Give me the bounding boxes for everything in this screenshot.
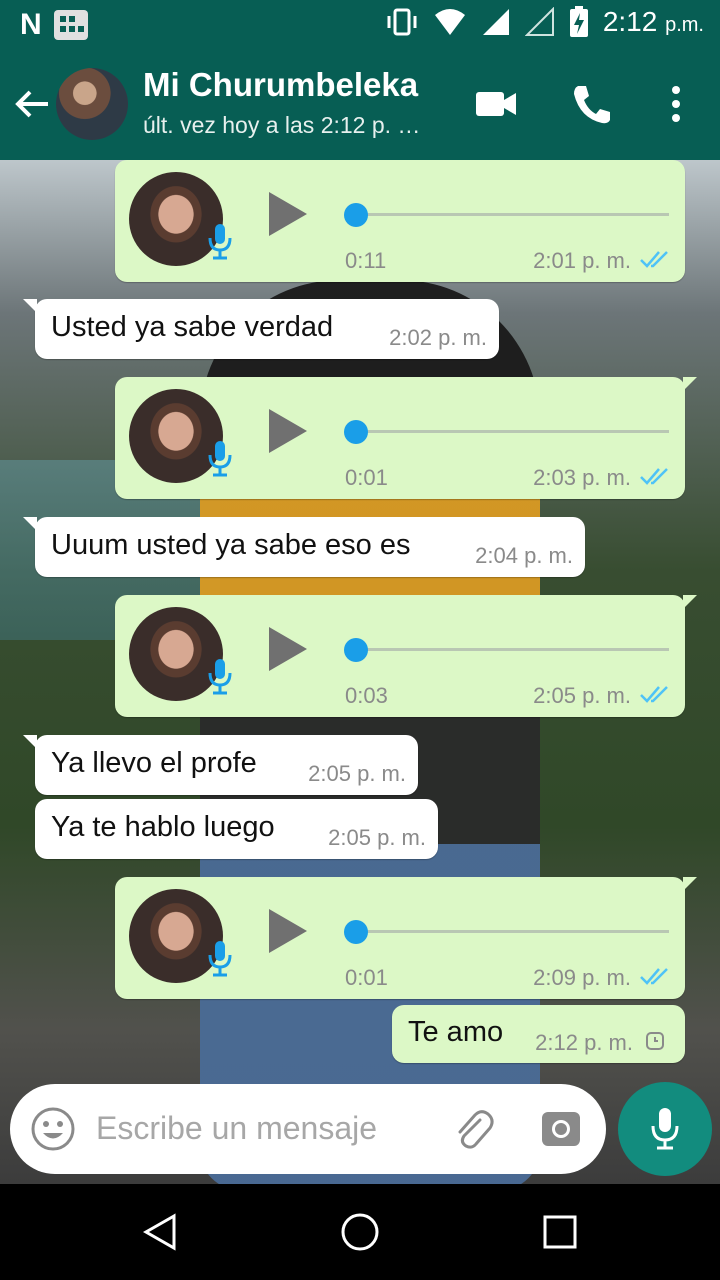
voice-record-button[interactable] [618, 1082, 712, 1176]
back-arrow-icon[interactable] [12, 84, 52, 124]
video-call-icon[interactable] [472, 80, 520, 128]
voice-message[interactable]: 0:11 2:01 p. m. [115, 160, 685, 282]
message-time: 2:02 p. m. [389, 325, 487, 350]
gallery-notification-icon [53, 10, 88, 40]
mic-icon [651, 1108, 679, 1150]
message-text: Te amo [408, 1016, 504, 1048]
outgoing-message[interactable]: Te amo 2:12 p. m. [392, 1005, 685, 1063]
message-text: Uuum usted ya sabe eso es [51, 529, 411, 561]
audio-progress-track[interactable] [347, 430, 669, 433]
attach-icon[interactable] [450, 1106, 494, 1152]
read-ticks-icon [640, 686, 668, 703]
audio-progress-thumb[interactable] [344, 203, 368, 227]
audio-progress-track[interactable] [347, 213, 669, 216]
notification-n-icon: N [20, 8, 42, 41]
chat-area[interactable]: 0:11 2:01 p. m. Usted ya sabe verdad 2:0… [0, 160, 720, 1184]
signal-full-icon [482, 9, 509, 35]
message-text: Ya llevo el profe [51, 747, 257, 779]
message-time: 2:05 p. m. [328, 825, 426, 850]
message-time: 2:01 p. m. [533, 248, 631, 273]
phone-icon[interactable] [568, 80, 616, 128]
play-icon[interactable] [269, 627, 307, 671]
read-ticks-icon [640, 968, 668, 985]
last-seen-status[interactable]: últ. vez hoy a las 2:12 p. … [143, 112, 443, 139]
status-bar: N 2:12 p.m. [0, 0, 720, 48]
message-text: Ya te hablo luego [51, 811, 275, 843]
play-icon[interactable] [269, 909, 307, 953]
audio-progress-track[interactable] [347, 930, 669, 933]
audio-progress-thumb[interactable] [344, 920, 368, 944]
audio-duration: 0:03 [345, 683, 388, 708]
chat-header: Mi Churumbeleka últ. vez hoy a las 2:12 … [0, 48, 720, 160]
play-icon[interactable] [269, 192, 307, 236]
signal-empty-icon [524, 7, 554, 36]
audio-progress-thumb[interactable] [344, 420, 368, 444]
mic-icon [208, 441, 232, 477]
read-ticks-icon [640, 468, 668, 485]
message-time: 2:03 p. m. [533, 465, 631, 490]
back-nav-icon[interactable] [140, 1212, 180, 1252]
audio-progress-track[interactable] [347, 648, 669, 651]
navigation-bar [0, 1184, 720, 1280]
incoming-message[interactable]: Ya te hablo luego 2:05 p. m. [35, 799, 438, 859]
contact-avatar[interactable] [56, 68, 128, 140]
more-options-icon[interactable] [652, 80, 700, 128]
camera-icon[interactable] [540, 1108, 582, 1148]
audio-duration: 0:01 [345, 965, 388, 990]
clock: 2:12 p.m. [602, 6, 704, 37]
recents-nav-icon[interactable] [540, 1212, 580, 1252]
audio-duration: 0:01 [345, 465, 388, 490]
voice-message[interactable]: 0:01 2:09 p. m. [115, 877, 697, 999]
incoming-message[interactable]: Usted ya sabe verdad 2:02 p. m. [23, 299, 499, 359]
message-composer[interactable]: Escribe un mensaje [10, 1084, 606, 1174]
mic-icon [208, 941, 232, 977]
play-icon[interactable] [269, 409, 307, 453]
emoji-icon[interactable] [30, 1106, 76, 1152]
incoming-message[interactable]: Uuum usted ya sabe eso es 2:04 p. m. [23, 517, 585, 577]
incoming-message[interactable]: Ya llevo el profe 2:05 p. m. [23, 735, 418, 795]
mic-icon [208, 224, 232, 260]
audio-progress-thumb[interactable] [344, 638, 368, 662]
audio-duration: 0:11 [345, 248, 387, 273]
contact-name[interactable]: Mi Churumbeleka [143, 66, 418, 104]
voice-message[interactable]: 0:01 2:03 p. m. [115, 377, 697, 499]
message-time: 2:04 p. m. [475, 543, 573, 568]
pending-clock-icon [646, 1032, 664, 1050]
message-time: 2:09 p. m. [533, 965, 631, 990]
vibrate-icon [387, 8, 417, 36]
wifi-icon [434, 9, 465, 35]
mic-icon [208, 659, 232, 695]
message-time: 2:05 p. m. [533, 683, 631, 708]
voice-message[interactable]: 0:03 2:05 p. m. [115, 595, 697, 717]
message-input[interactable]: Escribe un mensaje [96, 1110, 377, 1147]
home-nav-icon[interactable] [338, 1210, 382, 1254]
message-text: Usted ya sabe verdad [51, 311, 334, 343]
message-time: 2:12 p. m. [535, 1030, 633, 1055]
message-time: 2:05 p. m. [308, 761, 406, 786]
read-ticks-icon [640, 251, 668, 268]
battery-charging-icon [569, 6, 588, 37]
